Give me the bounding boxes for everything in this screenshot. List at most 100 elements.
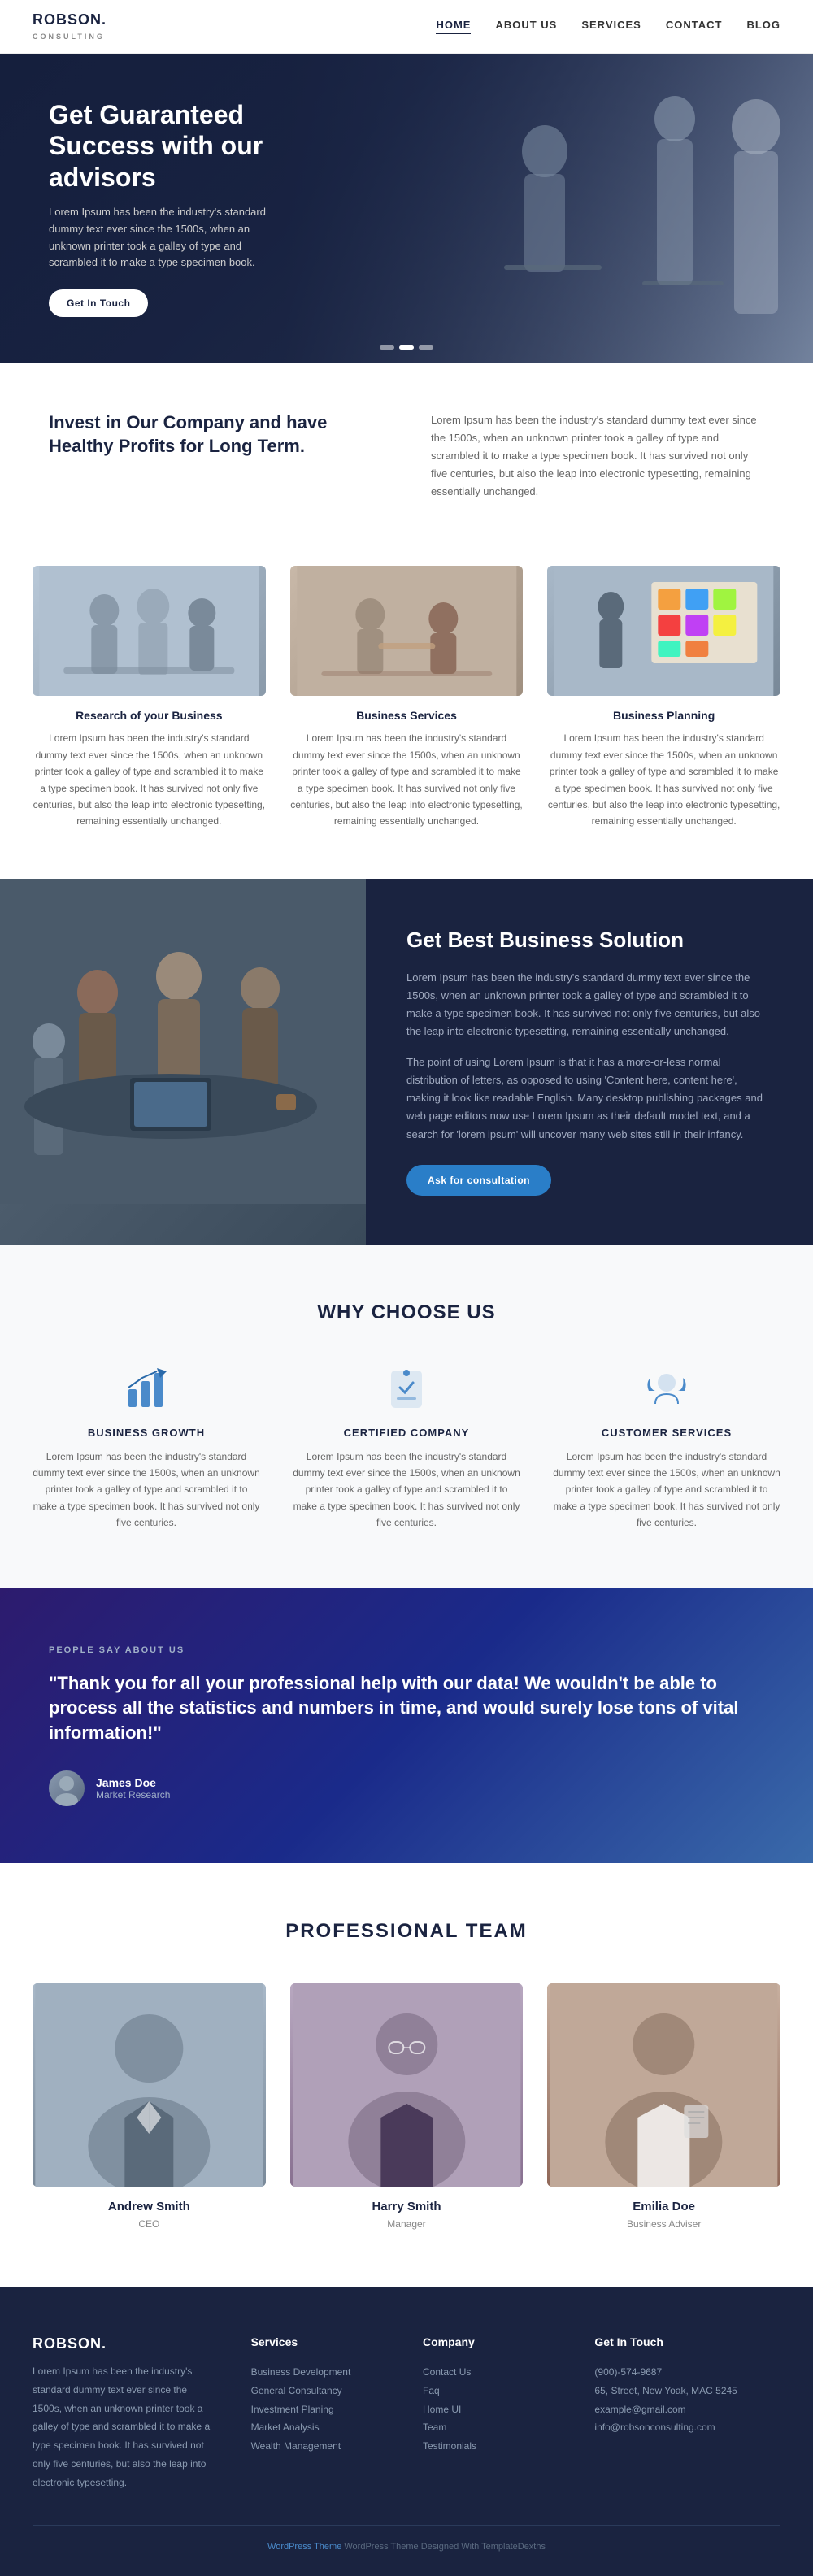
- service-card-0: Research of your Business Lorem Ipsum ha…: [33, 566, 266, 829]
- services-section: Research of your Business Lorem Ipsum ha…: [0, 550, 813, 878]
- solution-content: Get Best Business Solution Lorem Ipsum h…: [366, 879, 813, 1245]
- footer-link-market[interactable]: Market Analysis: [251, 2418, 390, 2437]
- invest-body: Lorem Ipsum has been the industry's stan…: [431, 411, 764, 501]
- testimonial-label: PEOPLE SAY ABOUT US: [49, 1645, 764, 1655]
- team-section: PROFESSIONAL TEAM Andrew Smith CEO: [0, 1863, 813, 2287]
- footer-services-heading: Services: [251, 2335, 390, 2348]
- team-card-0: Andrew Smith CEO: [33, 1983, 266, 2230]
- nav-contact[interactable]: CONTACT: [666, 19, 723, 34]
- footer-link-home[interactable]: Home UI: [423, 2400, 562, 2419]
- team-role-2: Business Adviser: [627, 2218, 701, 2230]
- services-grid: Research of your Business Lorem Ipsum ha…: [33, 566, 780, 829]
- invest-body-col: Lorem Ipsum has been the industry's stan…: [431, 411, 764, 501]
- nav-links: HOME ABOUT US SERVICES CONTACT BLOG: [436, 19, 780, 34]
- nav-services[interactable]: SERVICES: [581, 19, 641, 34]
- customer-services-icon: [642, 1365, 691, 1414]
- footer-link-invest[interactable]: Investment Planing: [251, 2400, 390, 2419]
- footer-grid: ROBSON. Lorem Ipsum has been the industr…: [33, 2335, 780, 2492]
- solution-para1: Lorem Ipsum has been the industry's stan…: [406, 969, 772, 1040]
- author-info: James Doe Market Research: [96, 1776, 170, 1801]
- footer-email1: example@gmail.com: [594, 2400, 780, 2419]
- footer-phone: (900)-574-9687: [594, 2363, 780, 2382]
- testimonial-quote: "Thank you for all your professional hel…: [49, 1671, 764, 1746]
- service-img-2: [547, 566, 780, 696]
- author-title: Market Research: [96, 1789, 170, 1801]
- certified-company-icon: [382, 1365, 431, 1414]
- why-body-0: Lorem Ipsum has been the industry's stan…: [33, 1449, 260, 1531]
- footer-link-gen-consult[interactable]: General Consultancy: [251, 2382, 390, 2400]
- team-name-2: Emilia Doe: [547, 2200, 780, 2213]
- solution-para2: The point of using Lorem Ipsum is that i…: [406, 1053, 772, 1143]
- hero-content: Get Guaranteed Success with our advisors…: [0, 99, 341, 317]
- why-heading: WHY CHOOSE US: [33, 1301, 780, 1324]
- team-role-0: CEO: [138, 2218, 159, 2230]
- footer-logo: ROBSON.: [33, 2335, 219, 2352]
- footer-about-text: Lorem Ipsum has been the industry's stan…: [33, 2362, 219, 2492]
- hero-title: Get Guaranteed Success with our advisors: [49, 99, 293, 193]
- navigation: ROBSON. CONSULTING HOME ABOUT US SERVICE…: [0, 0, 813, 54]
- solution-section: Get Best Business Solution Lorem Ipsum h…: [0, 879, 813, 1245]
- why-title-1: CERTIFIED COMPANY: [293, 1427, 520, 1439]
- footer-email2: info@robsonconsulting.com: [594, 2418, 780, 2437]
- service-card-1: Business Services Lorem Ipsum has been t…: [290, 566, 524, 829]
- footer: ROBSON. Lorem Ipsum has been the industr…: [0, 2287, 813, 2576]
- ask-consultation-button[interactable]: Ask for consultation: [406, 1165, 551, 1196]
- footer-wp-link[interactable]: WordPress Theme: [267, 2542, 341, 2552]
- footer-contact-heading: Get In Touch: [594, 2335, 780, 2348]
- footer-link-team[interactable]: Team: [423, 2418, 562, 2437]
- dot-2[interactable]: [399, 345, 414, 350]
- team-card-2: Emilia Doe Business Adviser: [547, 1983, 780, 2230]
- service-title-0: Research of your Business: [33, 709, 266, 722]
- service-img-1: [290, 566, 524, 696]
- service-card-2: Business Planning Lorem Ipsum has been t…: [547, 566, 780, 829]
- author-avatar: [49, 1770, 85, 1806]
- why-title-2: CUSTOMER SERVICES: [553, 1427, 780, 1439]
- why-body-2: Lorem Ipsum has been the industry's stan…: [553, 1449, 780, 1531]
- testimonial-section: PEOPLE SAY ABOUT US "Thank you for all y…: [0, 1588, 813, 1863]
- hero-description: Lorem Ipsum has been the industry's stan…: [49, 204, 293, 272]
- team-grid: Andrew Smith CEO Harry Smith Manager: [33, 1983, 780, 2230]
- footer-link-wealth[interactable]: Wealth Management: [251, 2437, 390, 2456]
- service-body-0: Lorem Ipsum has been the industry's stan…: [33, 730, 266, 829]
- footer-link-contact[interactable]: Contact Us: [423, 2363, 562, 2382]
- why-grid: BUSINESS GROWTH Lorem Ipsum has been the…: [33, 1365, 780, 1531]
- footer-company-heading: Company: [423, 2335, 562, 2348]
- footer-link-faq[interactable]: Faq: [423, 2382, 562, 2400]
- logo: ROBSON. CONSULTING: [33, 11, 107, 41]
- why-card-0: BUSINESS GROWTH Lorem Ipsum has been the…: [33, 1365, 260, 1531]
- solution-image: [0, 879, 366, 1245]
- invest-heading-col: Invest in Our Company and have Healthy P…: [49, 411, 382, 458]
- why-body-1: Lorem Ipsum has been the industry's stan…: [293, 1449, 520, 1531]
- footer-services-col: Services Business Development General Co…: [251, 2335, 390, 2492]
- hero-section: Get Guaranteed Success with our advisors…: [0, 54, 813, 363]
- why-section: WHY CHOOSE US BUSINESS GROWTH Lorem Ipsu…: [0, 1245, 813, 1588]
- team-role-1: Manager: [387, 2218, 425, 2230]
- why-card-1: CERTIFIED COMPANY Lorem Ipsum has been t…: [293, 1365, 520, 1531]
- hero-cta-button[interactable]: Get In Touch: [49, 289, 148, 317]
- service-body-2: Lorem Ipsum has been the industry's stan…: [547, 730, 780, 829]
- nav-blog[interactable]: BLOG: [746, 19, 780, 34]
- service-title-1: Business Services: [290, 709, 524, 722]
- why-title-0: BUSINESS GROWTH: [33, 1427, 260, 1439]
- invest-heading: Invest in Our Company and have Healthy P…: [49, 411, 382, 458]
- hero-dots: [380, 345, 433, 350]
- business-growth-icon: [122, 1365, 171, 1414]
- team-name-0: Andrew Smith: [33, 2200, 266, 2213]
- team-img-0: [33, 1983, 266, 2187]
- footer-address: 65, Street, New Yoak, MAC 5245: [594, 2382, 780, 2400]
- nav-home[interactable]: HOME: [436, 19, 471, 34]
- why-card-2: CUSTOMER SERVICES Lorem Ipsum has been t…: [553, 1365, 780, 1531]
- team-img-1: [290, 1983, 524, 2187]
- dot-3[interactable]: [419, 345, 433, 350]
- service-title-2: Business Planning: [547, 709, 780, 722]
- team-img-2: [547, 1983, 780, 2187]
- invest-section: Invest in Our Company and have Healthy P…: [0, 363, 813, 550]
- nav-about[interactable]: ABOUT US: [495, 19, 557, 34]
- dot-1[interactable]: [380, 345, 394, 350]
- team-card-1: Harry Smith Manager: [290, 1983, 524, 2230]
- footer-link-testimonials[interactable]: Testimonials: [423, 2437, 562, 2456]
- footer-bottom: WordPress Theme WordPress Theme Designed…: [33, 2525, 780, 2552]
- footer-link-biz-dev[interactable]: Business Development: [251, 2363, 390, 2382]
- testimonial-author: James Doe Market Research: [49, 1770, 764, 1806]
- team-name-1: Harry Smith: [290, 2200, 524, 2213]
